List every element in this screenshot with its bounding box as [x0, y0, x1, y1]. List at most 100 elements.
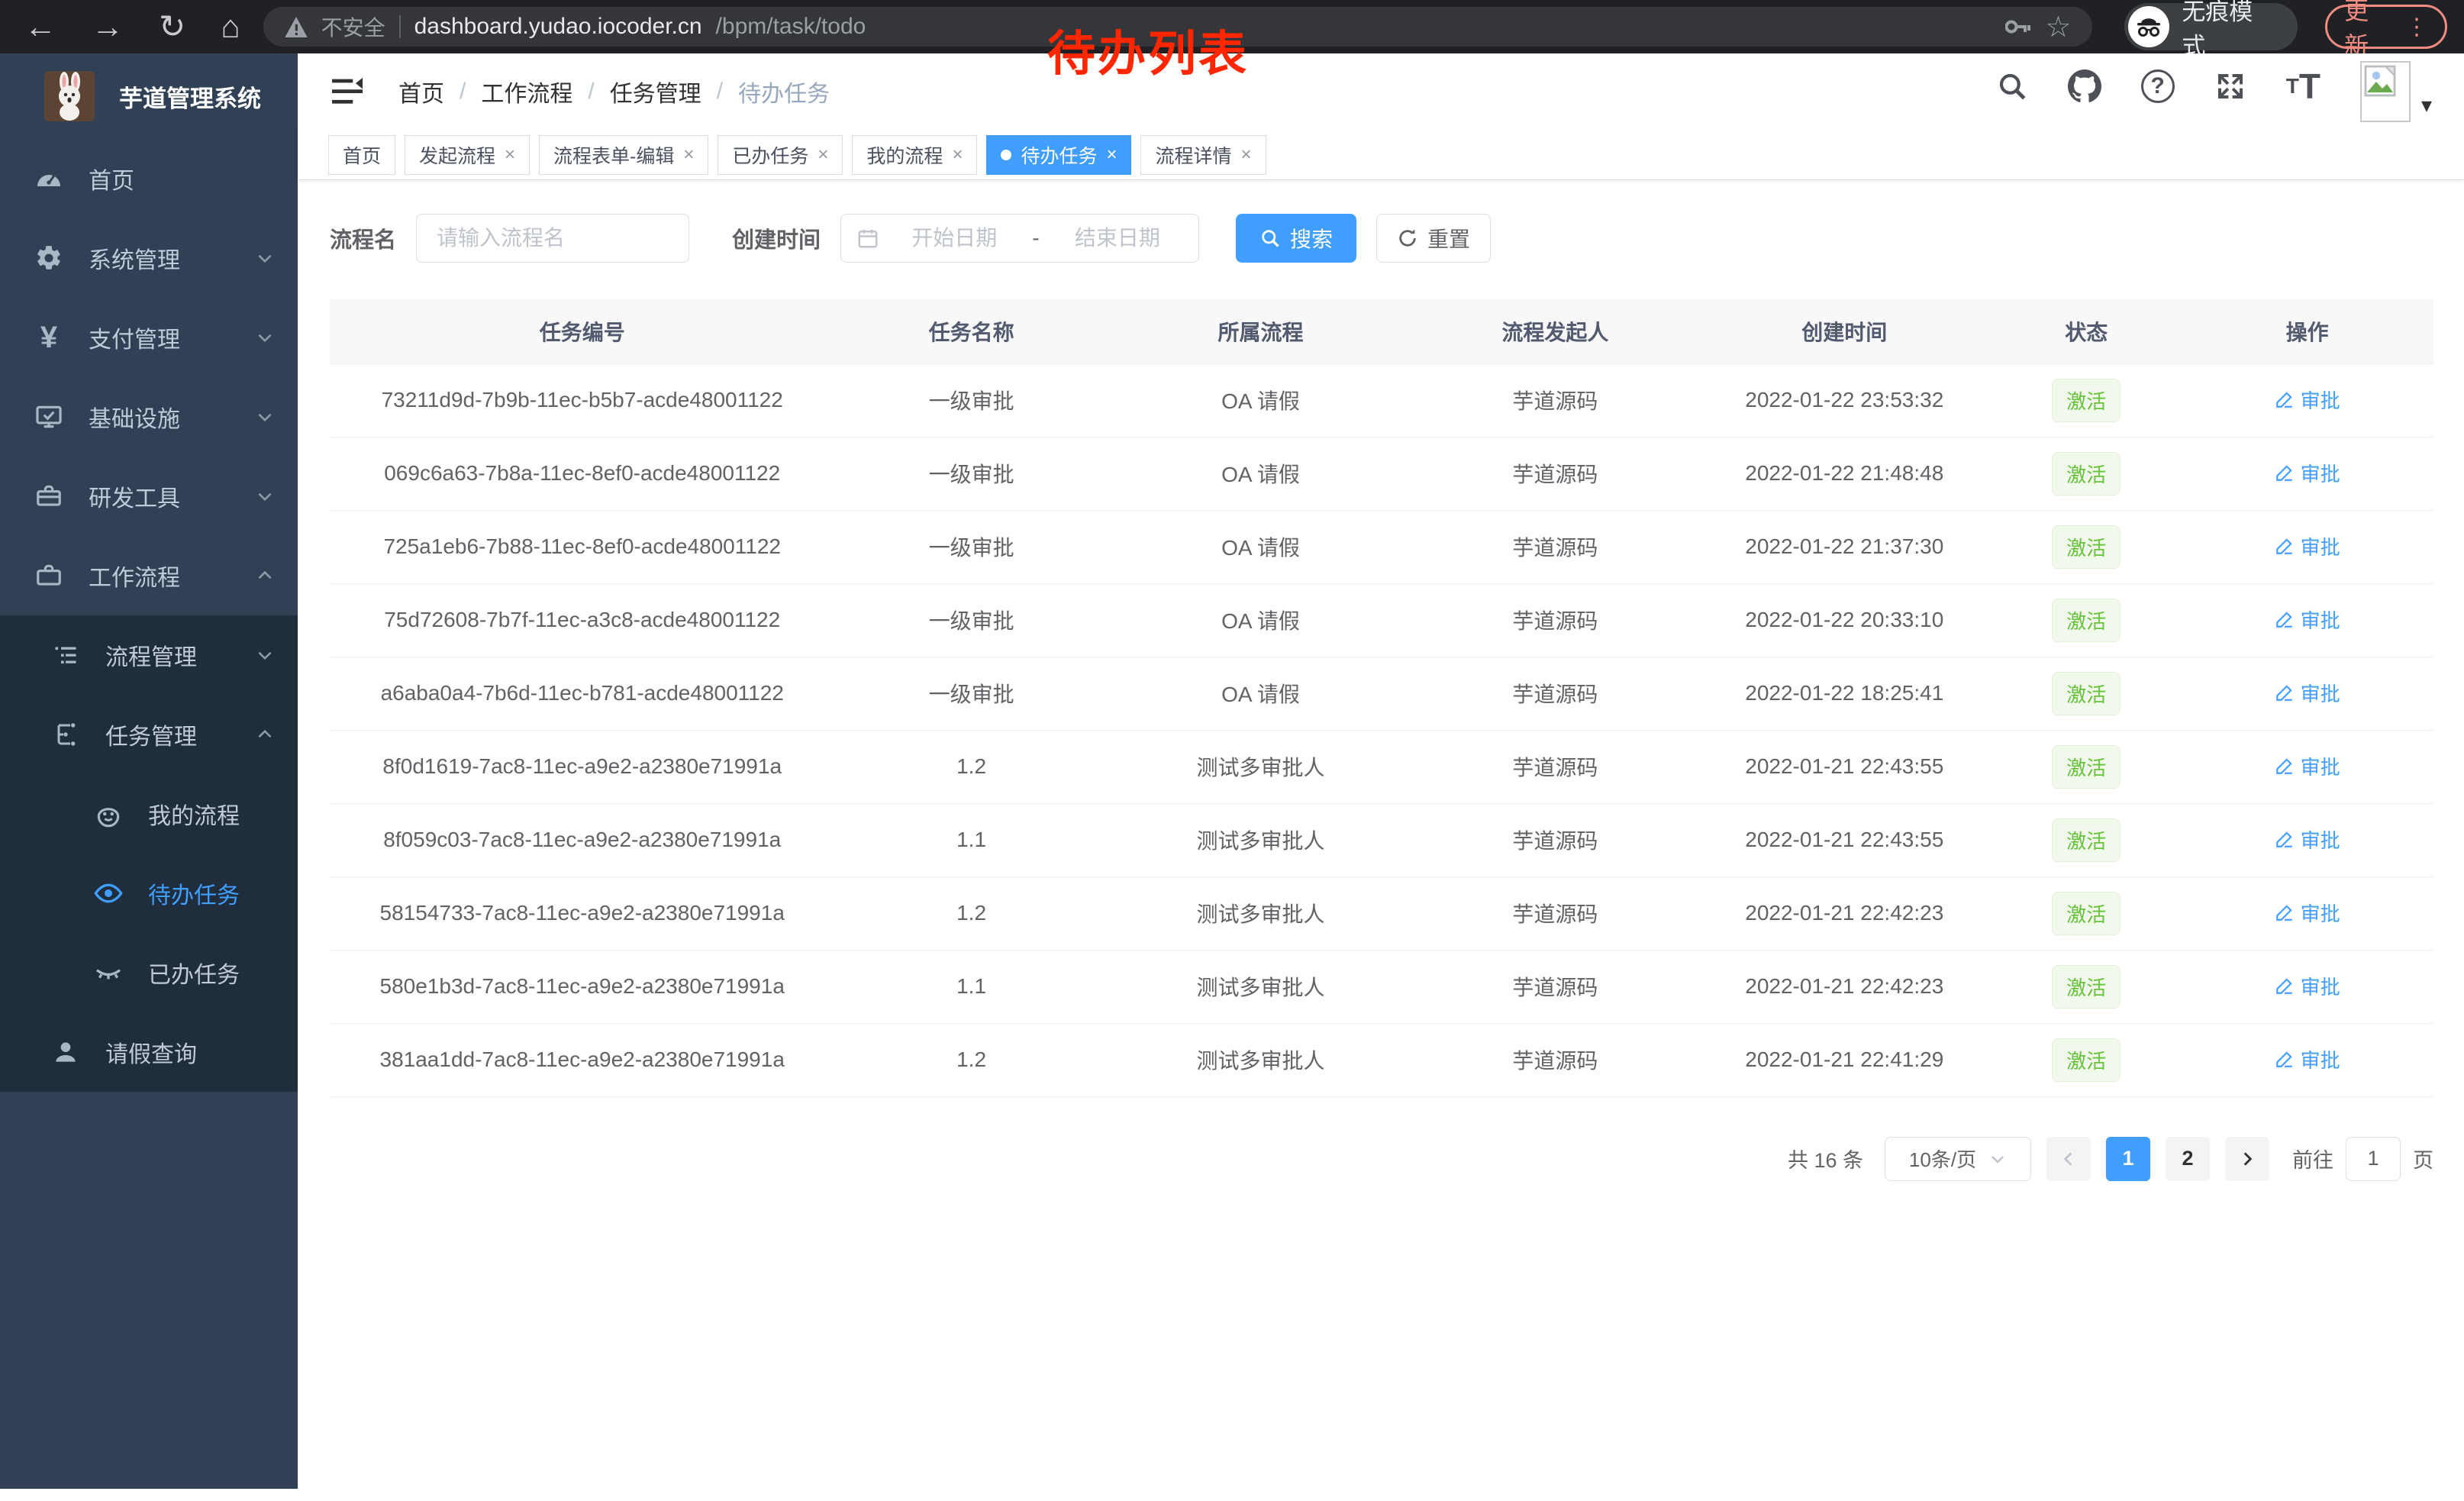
sidebar-item-system[interactable]: 系统管理 — [0, 218, 298, 298]
tags-view-bar: 首页 发起流程× 流程表单-编辑× 已办任务× 我的流程× 待办任务× 流程详情… — [298, 130, 2464, 180]
sidebar-item-workflow[interactable]: 工作流程 — [0, 536, 298, 615]
sidebar-collapse-icon[interactable] — [330, 76, 365, 107]
not-secure-warning-icon — [285, 17, 308, 37]
breadcrumb-home[interactable]: 首页 — [398, 75, 444, 108]
sidebar-item-task-mgmt[interactable]: 任务管理 — [0, 695, 298, 774]
approve-link[interactable]: 审批 — [2275, 532, 2340, 560]
table-header-row: 任务编号 任务名称 所属流程 流程发起人 创建时间 状态 操作 — [330, 299, 2433, 363]
tab-my-process[interactable]: 我的流程× — [852, 135, 977, 175]
refresh-icon — [1397, 228, 1418, 249]
font-size-icon[interactable]: TT — [2286, 61, 2320, 111]
sidebar-item-done-tasks[interactable]: 已办任务 — [0, 933, 298, 1012]
forward-icon[interactable]: → — [92, 11, 124, 43]
sidebar-item-label: 已办任务 — [148, 956, 240, 989]
approve-link[interactable]: 审批 — [2275, 679, 2340, 707]
tab-start-process[interactable]: 发起流程× — [405, 135, 530, 175]
page-2-button[interactable]: 2 — [2166, 1137, 2210, 1181]
caret-down-icon[interactable]: ▾ — [2421, 92, 2432, 122]
tab-process-form-edit[interactable]: 流程表单-编辑× — [539, 135, 708, 175]
cell-starter: 芋道源码 — [1413, 363, 1697, 437]
tab-done-tasks[interactable]: 已办任务× — [718, 135, 843, 175]
approve-link[interactable]: 审批 — [2275, 825, 2340, 854]
calendar-icon — [856, 227, 879, 250]
bookmark-star-icon[interactable]: ☆ — [2045, 10, 2071, 44]
approve-link[interactable]: 审批 — [2275, 752, 2340, 780]
cell-actions: 审批 — [2181, 803, 2433, 876]
reset-button[interactable]: 重置 — [1376, 214, 1491, 263]
sidebar-item-devtools[interactable]: 研发工具 — [0, 457, 298, 536]
close-icon[interactable]: × — [818, 144, 828, 166]
close-icon[interactable]: × — [952, 144, 963, 166]
password-key-icon[interactable] — [2005, 19, 2031, 34]
goto-page-input[interactable] — [2346, 1137, 2401, 1181]
close-icon[interactable]: × — [1106, 144, 1117, 166]
breadcrumb-workflow[interactable]: 工作流程 — [481, 75, 572, 108]
approve-link[interactable]: 审批 — [2275, 899, 2340, 927]
sidebar-item-leave-query[interactable]: 请假查询 — [0, 1012, 298, 1092]
close-icon[interactable]: × — [683, 144, 694, 166]
breadcrumb-task-mgmt[interactable]: 任务管理 — [610, 75, 701, 108]
sidebar-item-todo-tasks[interactable]: 待办任务 — [0, 854, 298, 933]
process-name-input[interactable] — [416, 214, 689, 263]
end-date-input[interactable] — [1043, 226, 1192, 250]
process-name-label: 流程名 — [330, 222, 396, 254]
cell-actions: 审批 — [2181, 1023, 2433, 1096]
eye-icon — [90, 878, 127, 909]
reload-icon[interactable]: ↻ — [159, 11, 185, 43]
sidebar-item-my-process[interactable]: 我的流程 — [0, 774, 298, 854]
cell-create-time: 2022-01-22 23:53:32 — [1697, 363, 1992, 437]
cell-task-name: 1.1 — [834, 950, 1108, 1023]
url-host[interactable]: dashboard.yudao.iocoder.cn — [414, 14, 702, 40]
sidebar-item-infra[interactable]: 基础设施 — [0, 377, 298, 457]
search-button[interactable]: 搜索 — [1236, 214, 1356, 263]
help-icon[interactable]: ? — [2141, 61, 2175, 111]
sidebar-item-home[interactable]: 首页 — [0, 139, 298, 218]
tab-todo-tasks[interactable]: 待办任务× — [986, 135, 1131, 175]
cell-process: OA 请假 — [1108, 510, 1414, 583]
close-icon[interactable]: × — [1241, 144, 1252, 166]
cell-actions: 审批 — [2181, 876, 2433, 950]
fullscreen-icon[interactable] — [2214, 61, 2246, 111]
security-label[interactable]: 不安全 — [321, 11, 385, 42]
search-icon[interactable] — [1996, 61, 2028, 111]
yen-icon: ¥ — [31, 321, 67, 355]
github-icon[interactable] — [2068, 61, 2101, 111]
cell-starter: 芋道源码 — [1413, 1023, 1697, 1096]
home-icon[interactable]: ⌂ — [221, 11, 240, 43]
chevron-down-icon — [255, 248, 275, 268]
prev-page-button[interactable] — [2046, 1137, 2091, 1181]
sidebar-item-label: 我的流程 — [148, 797, 240, 831]
avatar-broken-image — [2360, 61, 2411, 122]
cell-actions: 审批 — [2181, 583, 2433, 657]
chevron-down-icon — [1988, 1150, 2007, 1168]
eye-closed-icon — [90, 957, 127, 988]
approve-link[interactable]: 审批 — [2275, 972, 2340, 1000]
back-icon[interactable]: ← — [24, 11, 56, 43]
next-page-button[interactable] — [2225, 1137, 2269, 1181]
tab-process-detail[interactable]: 流程详情× — [1140, 135, 1266, 175]
approve-link[interactable]: 审批 — [2275, 1045, 2340, 1073]
approve-link[interactable]: 审批 — [2275, 386, 2340, 414]
cell-status: 激活 — [1992, 510, 2181, 583]
page-1-button[interactable]: 1 — [2106, 1137, 2150, 1181]
cell-process: OA 请假 — [1108, 657, 1414, 730]
approve-link[interactable]: 审批 — [2275, 459, 2340, 487]
sidebar-item-process-mgmt[interactable]: 流程管理 — [0, 615, 298, 695]
cell-task-name: 一级审批 — [834, 510, 1108, 583]
browser-update-button[interactable]: 更新 ⋮ — [2325, 5, 2447, 49]
browser-menu-icon[interactable]: ⋮ — [2405, 14, 2428, 40]
main-area: 首页 / 工作流程 / 任务管理 / 待办任务 ? TT — [298, 53, 2464, 1501]
app-logo[interactable]: 芋道管理系统 — [0, 53, 298, 139]
sidebar-item-payment[interactable]: ¥ 支付管理 — [0, 298, 298, 377]
sidebar-item-label: 支付管理 — [89, 321, 180, 354]
approve-link[interactable]: 审批 — [2275, 605, 2340, 634]
close-icon[interactable]: × — [505, 144, 515, 166]
page-size-select[interactable]: 10条/页 — [1885, 1137, 2031, 1181]
date-range-picker[interactable]: - — [840, 214, 1199, 263]
start-date-input[interactable] — [879, 226, 1029, 250]
edit-pencil-icon — [2275, 536, 2295, 556]
user-avatar[interactable]: ▾ — [2360, 61, 2432, 122]
tab-home[interactable]: 首页 — [328, 135, 395, 175]
address-divider — [399, 15, 401, 38]
cell-status: 激活 — [1992, 437, 2181, 510]
